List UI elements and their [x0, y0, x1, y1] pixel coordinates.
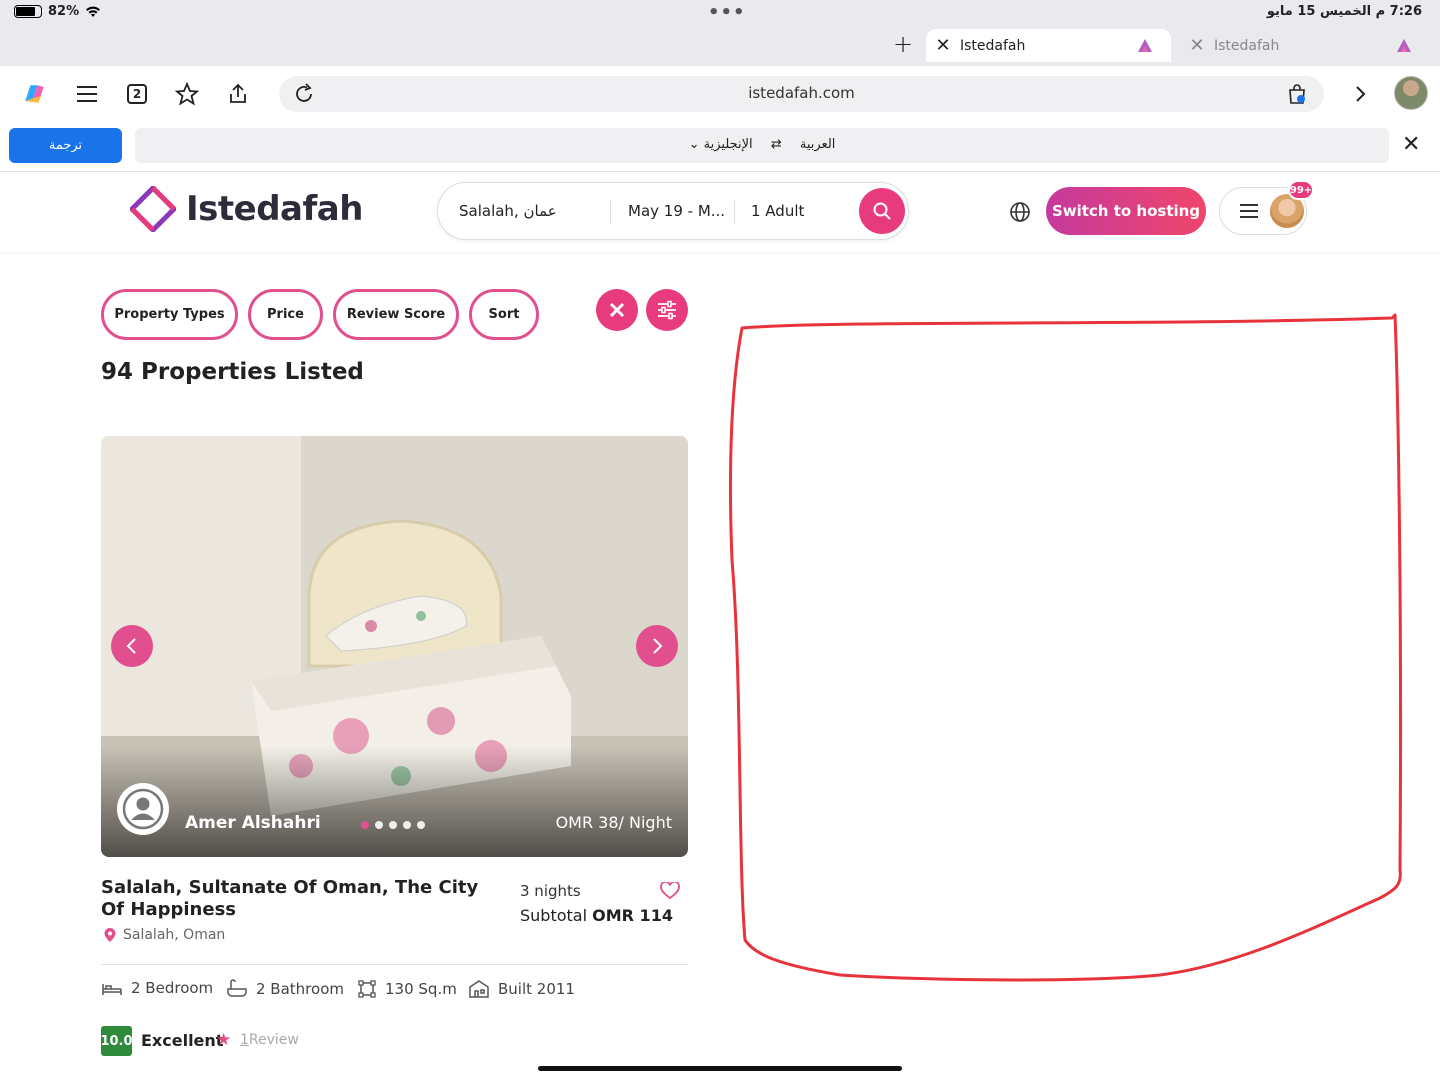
globe-icon[interactable]	[1008, 200, 1032, 224]
url-text: istedafah.com	[748, 84, 855, 102]
status-battery: 82%	[14, 4, 101, 19]
filter-price[interactable]: Price	[248, 289, 323, 340]
close-tab-icon[interactable]: ✕	[1180, 35, 1214, 56]
listing-photo[interactable]: Amer Alshahri OMR 38/ Night	[101, 436, 688, 857]
clear-filters-button[interactable]	[596, 289, 638, 331]
translate-bar: ترجمة ⌄ العربية ⇄ الإنجليزية ✕	[0, 122, 1440, 172]
chevron-right-icon	[653, 638, 663, 654]
site-favicon-icon	[1138, 39, 1152, 52]
tab-istedafah-inactive[interactable]: ✕ Istedafah	[1180, 29, 1430, 62]
filter-property-types[interactable]: Property Types	[101, 289, 238, 340]
site-favicon-icon	[1397, 39, 1411, 52]
chevron-left-icon	[126, 638, 136, 654]
search-bar[interactable]: Salalah, عمان May 19 - M... 1 Adult	[437, 182, 909, 240]
bedroom-photo	[101, 436, 688, 857]
properties-count-title: 94 Properties Listed	[101, 359, 364, 385]
swap-languages-icon[interactable]: ⇄	[771, 137, 782, 152]
bedroom-text: 2 Bedroom	[131, 979, 214, 997]
review-label: Review	[248, 1032, 299, 1048]
price-per-night: OMR 38/ Night	[555, 813, 672, 832]
search-icon	[873, 202, 891, 220]
battery-icon	[14, 5, 42, 18]
area-text: 130 Sq.m	[385, 980, 457, 998]
translate-language-selector[interactable]: ⌄ العربية ⇄ الإنجليزية	[135, 128, 1389, 163]
favorites-star-icon[interactable]	[173, 80, 201, 108]
close-icon	[609, 302, 625, 318]
bed-icon	[102, 984, 122, 995]
close-tab-icon[interactable]: ✕	[926, 35, 960, 56]
review-score-label: Excellent	[141, 1031, 224, 1050]
logo-mark-icon	[130, 186, 176, 232]
logo-text: Istedafah	[186, 189, 363, 229]
search-guests[interactable]: 1 Adult	[751, 202, 804, 220]
host-name: Amer Alshahri	[185, 813, 321, 833]
amenity-bathroom: 2 Bathroom	[226, 979, 344, 999]
search-dates[interactable]: May 19 - M...	[628, 202, 725, 220]
shopping-bag-icon[interactable]	[1286, 83, 1308, 105]
search-location[interactable]: Salalah, عمان	[459, 202, 557, 220]
amenity-built: Built 2011	[468, 979, 575, 999]
subtotal: Subtotal OMR 114	[520, 906, 673, 925]
host-avatar[interactable]	[117, 783, 169, 835]
browser-toolbar: 2 istedafah.com	[0, 66, 1440, 122]
filter-review-score[interactable]: Review Score	[333, 289, 459, 340]
location-text: Salalah, Oman	[123, 927, 226, 943]
favorite-heart-icon[interactable]	[660, 882, 680, 900]
forward-chevron-icon[interactable]	[1346, 80, 1374, 108]
translate-button[interactable]: ترجمة	[9, 128, 122, 163]
site-header: Istedafah Salalah, عمان May 19 - M... 1 …	[0, 172, 1440, 252]
share-icon[interactable]	[224, 80, 252, 108]
red-annotation-outline	[728, 313, 1403, 982]
previous-photo-button[interactable]	[111, 625, 153, 667]
target-language: العربية	[799, 137, 836, 152]
subtotal-label: Subtotal	[520, 906, 588, 925]
star-icon: ★	[216, 1030, 232, 1050]
wifi-icon	[86, 6, 101, 17]
area-icon	[358, 980, 376, 998]
advanced-filters-button[interactable]	[646, 289, 688, 331]
user-placeholder-icon	[122, 788, 164, 830]
close-translate-icon[interactable]: ✕	[1402, 132, 1420, 157]
source-language[interactable]: الإنجليزية	[704, 137, 753, 152]
address-bar[interactable]: istedafah.com	[279, 76, 1324, 112]
subtotal-value: OMR 114	[592, 906, 673, 925]
new-tab-button[interactable]: +	[893, 30, 913, 58]
next-photo-button[interactable]	[636, 625, 678, 667]
filter-sort[interactable]: Sort	[469, 289, 539, 340]
review-score-badge: 10.0	[100, 1026, 133, 1056]
listing-location: Salalah, Oman	[103, 927, 225, 943]
hamburger-icon	[1240, 204, 1258, 218]
copilot-icon[interactable]	[20, 80, 48, 108]
tab-label: Istedafah	[960, 37, 1026, 54]
sliders-icon	[658, 300, 676, 320]
reviews-link[interactable]: 1Review	[240, 1032, 299, 1048]
amenity-bedroom: 2 Bedroom	[101, 979, 213, 997]
switch-to-hosting-button[interactable]: Switch to hosting	[1046, 187, 1206, 235]
tab-count-button[interactable]: 2	[123, 80, 151, 108]
notification-badge: 99+	[1288, 180, 1314, 200]
multitasking-dots[interactable]: •••	[708, 2, 746, 23]
building-icon	[469, 980, 489, 998]
browser-profile-avatar[interactable]	[1394, 76, 1428, 110]
tab-label: Istedafah	[1214, 37, 1280, 54]
menu-icon[interactable]	[73, 80, 101, 108]
home-indicator[interactable]	[538, 1066, 902, 1071]
bathroom-text: 2 Bathroom	[256, 980, 344, 998]
browser-top-bar: 82% ••• 7:26 م الخميس 15 مايو + ✕ Isteda…	[0, 0, 1440, 66]
built-text: Built 2011	[498, 980, 575, 998]
bathtub-icon	[227, 979, 247, 997]
location-pin-icon	[104, 928, 116, 942]
review-count: 1	[240, 1032, 249, 1048]
status-datetime: 7:26 م الخميس 15 مايو	[1266, 4, 1422, 19]
search-button[interactable]	[859, 188, 905, 234]
listing-title[interactable]: Salalah, Sultanate Of Oman, The City Of …	[101, 877, 491, 921]
tab-count: 2	[127, 84, 147, 104]
card-divider	[101, 964, 688, 965]
photo-pagination-dots[interactable]	[361, 821, 425, 829]
nights-count: 3 nights	[520, 882, 581, 900]
istedafah-logo[interactable]: Istedafah	[130, 186, 363, 232]
tab-istedafah-active[interactable]: ✕ Istedafah	[926, 29, 1171, 62]
amenity-area: 130 Sq.m	[357, 979, 457, 999]
battery-percent: 82%	[48, 4, 80, 19]
